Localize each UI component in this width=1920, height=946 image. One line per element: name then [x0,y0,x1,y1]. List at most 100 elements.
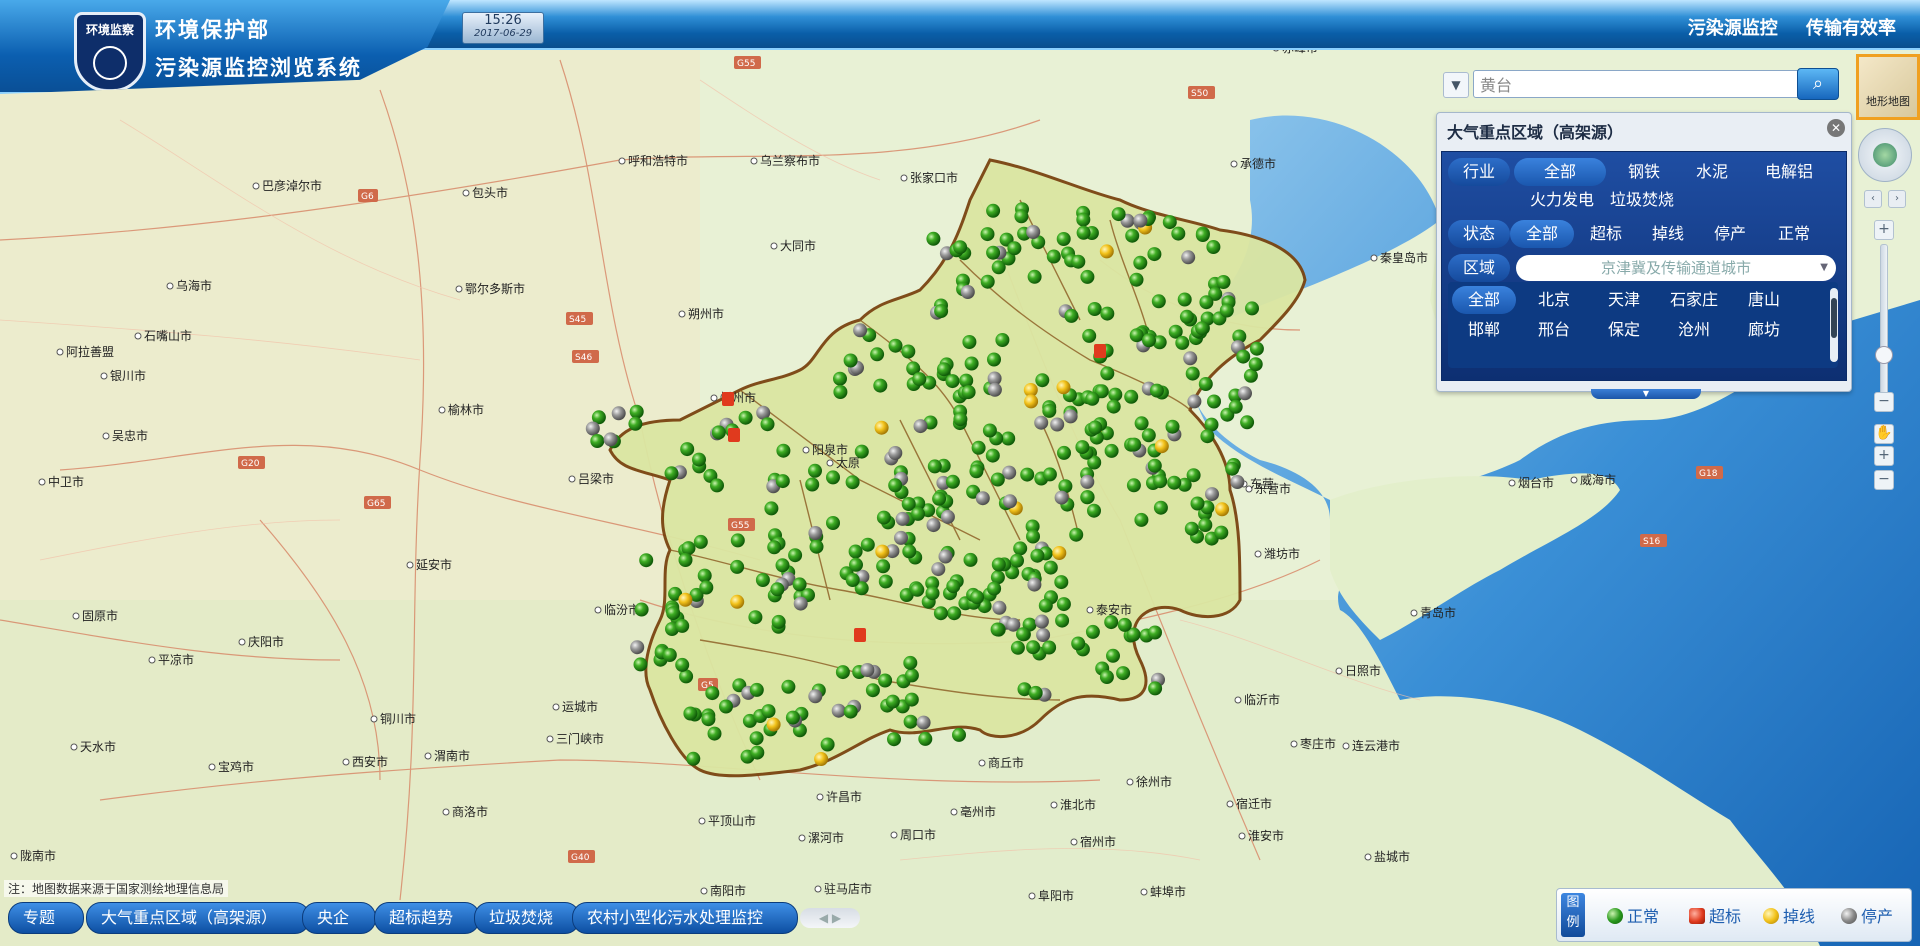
normal-marker[interactable] [701,712,716,727]
normal-marker[interactable] [1214,525,1229,540]
normal-marker[interactable] [749,682,764,697]
stopped-marker[interactable] [916,715,931,730]
normal-marker[interactable] [1165,419,1180,434]
normal-marker[interactable] [590,434,605,448]
normal-marker[interactable] [910,582,925,597]
normal-marker[interactable] [805,477,820,492]
offline-marker[interactable] [814,752,829,766]
normal-marker[interactable] [833,385,848,399]
normal-marker[interactable] [1236,349,1251,364]
normal-marker[interactable] [664,466,679,481]
status-option-offline[interactable]: 掉线 [1642,220,1694,248]
tab-exceed-trend[interactable]: 超标趋势 [374,902,480,934]
stopped-marker[interactable] [1183,351,1198,366]
normal-marker[interactable] [1035,373,1050,388]
normal-marker[interactable] [1027,269,1042,284]
normal-marker[interactable] [697,568,712,583]
normal-marker[interactable] [1106,399,1121,414]
normal-marker[interactable] [699,580,714,595]
normal-marker[interactable] [1064,308,1079,323]
stopped-marker[interactable] [1187,394,1202,409]
stopped-marker[interactable] [1027,577,1042,592]
city-option[interactable]: 北京 [1522,286,1586,314]
normal-marker[interactable] [1046,249,1061,264]
normal-marker[interactable] [888,478,903,493]
normal-marker[interactable] [1151,294,1166,309]
normal-marker[interactable] [1153,500,1168,515]
normal-marker[interactable] [962,335,977,349]
normal-marker[interactable] [933,606,948,621]
normal-marker[interactable] [987,352,1001,367]
normal-marker[interactable] [934,304,949,319]
pan-right-icon[interactable]: › [1888,190,1906,208]
normal-marker[interactable] [964,356,979,371]
normal-marker[interactable] [953,412,968,427]
tab-waste-incineration[interactable]: 垃圾焚烧 [474,902,580,934]
normal-marker[interactable] [1080,269,1095,284]
normal-marker[interactable] [932,491,947,506]
normal-marker[interactable] [986,245,1001,260]
normal-marker[interactable] [865,683,880,698]
normal-marker[interactable] [1087,503,1101,518]
stopped-marker[interactable] [1238,386,1252,401]
normal-marker[interactable] [1071,636,1086,651]
normal-marker[interactable] [1134,416,1149,431]
normal-marker[interactable] [1216,275,1231,289]
status-option-exceed[interactable]: 超标 [1580,220,1632,248]
normal-marker[interactable] [1038,598,1053,613]
stopped-marker[interactable] [1230,475,1245,489]
normal-marker[interactable] [1185,366,1200,381]
normal-marker[interactable] [963,552,978,567]
normal-marker[interactable] [788,548,803,563]
normal-marker[interactable] [926,231,941,246]
normal-marker[interactable] [1206,240,1221,254]
normal-marker[interactable] [730,559,745,574]
normal-marker[interactable] [1198,518,1213,532]
normal-marker[interactable] [987,581,1002,596]
status-option-normal[interactable]: 正常 [1768,220,1820,248]
normal-marker[interactable] [945,374,960,389]
normal-marker[interactable] [904,668,919,683]
status-option-stopped[interactable]: 停产 [1704,220,1756,248]
tab-key-air-region[interactable]: 大气重点区域（高架源） [86,902,310,934]
normal-marker[interactable] [1116,666,1131,681]
stopped-marker[interactable] [630,640,645,655]
normal-marker[interactable] [1104,615,1119,630]
normal-marker[interactable] [1124,389,1139,404]
normal-marker[interactable] [903,655,918,670]
normal-marker[interactable] [760,417,775,432]
normal-marker[interactable] [705,686,720,701]
stopped-marker[interactable] [831,703,846,718]
normal-marker[interactable] [995,333,1010,347]
normal-marker[interactable] [945,474,960,489]
normal-marker[interactable] [888,338,903,353]
stopped-marker[interactable] [1050,417,1065,432]
normal-marker[interactable] [683,706,698,721]
hand-tool-icon[interactable]: ✋ [1874,424,1894,444]
normal-marker[interactable] [854,444,869,459]
normal-marker[interactable] [902,544,917,559]
stopped-marker[interactable] [1181,250,1196,265]
offline-marker[interactable] [1052,546,1067,560]
tab-scroll-control[interactable]: ◀ ▶ [800,908,860,928]
stopped-marker[interactable] [894,530,908,545]
normal-marker[interactable] [1069,527,1084,542]
normal-marker[interactable] [946,579,961,594]
stopped-marker[interactable] [987,382,1002,397]
stopped-marker[interactable] [603,432,618,447]
normal-marker[interactable] [675,618,690,633]
normal-marker[interactable] [991,557,1006,572]
normal-marker[interactable] [1126,478,1141,493]
normal-marker[interactable] [826,516,840,530]
normal-marker[interactable] [775,474,790,489]
city-option[interactable]: 沧州 [1662,316,1726,344]
normal-marker[interactable] [985,448,1000,463]
stopped-marker[interactable] [1003,494,1017,509]
normal-marker[interactable] [904,692,919,707]
normal-marker[interactable] [1207,394,1221,409]
normal-marker[interactable] [1225,461,1240,476]
stopped-marker[interactable] [1063,409,1078,424]
stopped-marker[interactable] [926,518,941,533]
normal-marker[interactable] [848,544,863,559]
normal-marker[interactable] [961,385,976,400]
